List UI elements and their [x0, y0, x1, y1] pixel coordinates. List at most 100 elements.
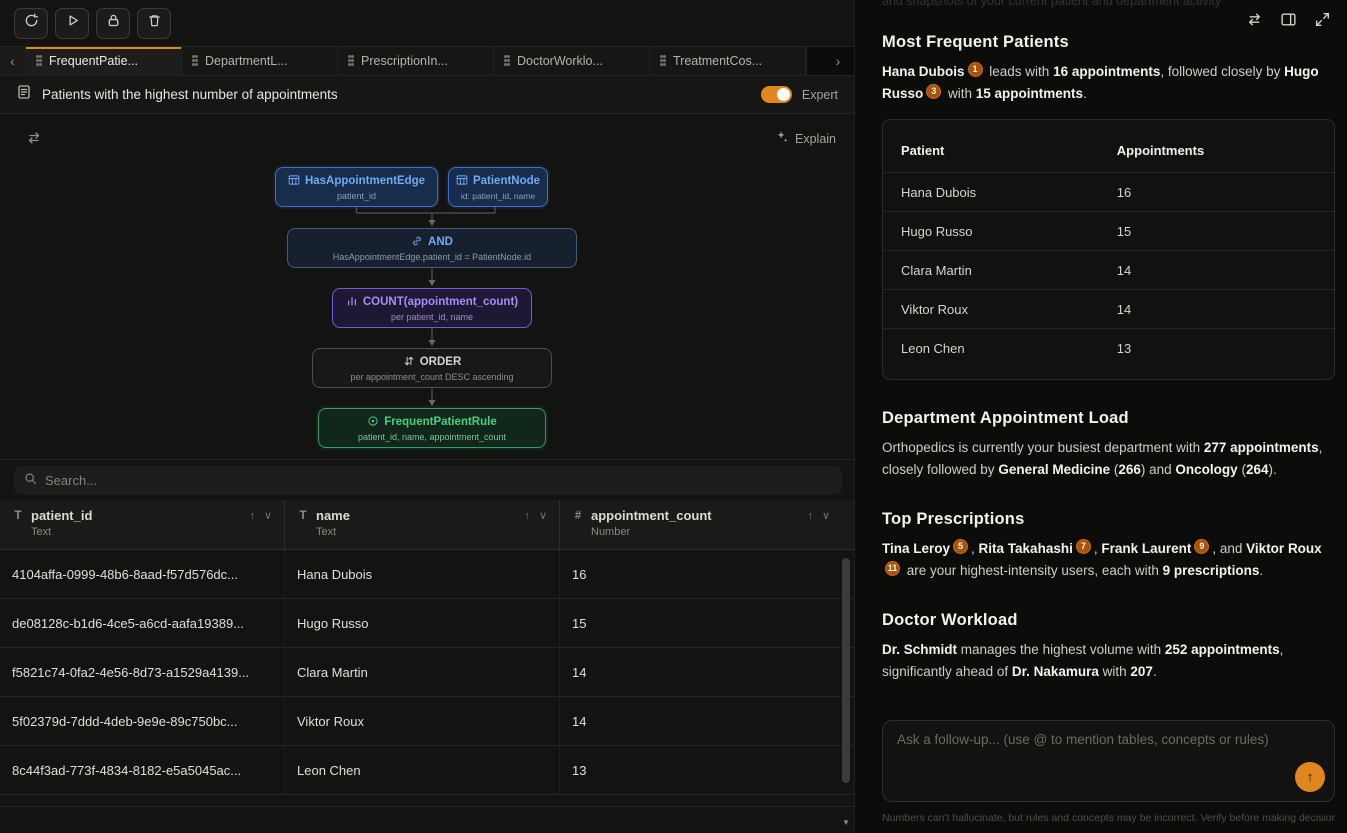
cell-name[interactable]: Leon Chen: [285, 746, 560, 794]
delete-button[interactable]: [137, 8, 171, 39]
cell-patient-id[interactable]: 8c44f3ad-773f-4834-8182-e5a5045ac...: [0, 746, 285, 794]
text-segment: 16 appointments: [1053, 64, 1160, 79]
query-description: Patients with the highest number of appo…: [42, 87, 751, 102]
column-name: patient_id: [31, 508, 92, 523]
column-menu-icon[interactable]: ∨: [539, 509, 547, 522]
expand-icon[interactable]: [1314, 11, 1331, 33]
drag-handle-icon: [348, 55, 354, 67]
drag-handle-icon: [36, 55, 42, 67]
drag-handle-icon: [504, 55, 510, 67]
sort-asc-icon[interactable]: ↑: [524, 510, 530, 522]
node-title: ORDER: [420, 356, 462, 368]
citation-badge[interactable]: 1: [968, 62, 983, 77]
text-segment: 207: [1130, 664, 1153, 679]
panel-right-icon[interactable]: [1280, 11, 1297, 33]
node-title: AND: [428, 236, 453, 248]
citation-badge[interactable]: 9: [1194, 539, 1209, 554]
scroll-down-icon[interactable]: ▼: [841, 818, 851, 827]
tab-label: DepartmentL...: [205, 54, 288, 68]
sort-asc-icon[interactable]: ↑: [807, 510, 813, 522]
send-button[interactable]: ↑: [1295, 762, 1325, 792]
tab-label: DoctorWorklo...: [517, 54, 603, 68]
column-type: Number: [572, 526, 830, 538]
tab-department-load[interactable]: DepartmentL...: [182, 47, 338, 75]
drag-handle-icon: [660, 55, 666, 67]
column-menu-icon[interactable]: ∨: [822, 509, 830, 522]
node-subtitle: HasAppointmentEdge.patient_id = PatientN…: [333, 252, 531, 262]
text-segment: Tina Leroy: [882, 541, 950, 556]
insight-table-row: Clara Martin 14: [883, 250, 1334, 289]
flow-node-order[interactable]: ORDER per appointment_count DESC ascendi…: [312, 348, 552, 388]
column-header-patient-id[interactable]: T patient_id ↑ ∨ Text: [0, 500, 285, 549]
citation-badge[interactable]: 3: [926, 84, 941, 99]
insight-table-row: Hana Dubois 16: [883, 172, 1334, 211]
text-segment: .: [1153, 664, 1157, 679]
text-segment: General Medicine: [998, 462, 1110, 477]
text-segment: , and: [1212, 541, 1246, 556]
section-paragraph: Hana Dubois1 leads with 16 appointments,…: [882, 61, 1335, 105]
cell-appointment-count[interactable]: 14: [560, 648, 854, 696]
refresh-button[interactable]: [14, 8, 48, 39]
document-icon: [16, 84, 32, 105]
tab-prescription-intensity[interactable]: PrescriptionIn...: [338, 47, 494, 75]
flow-node-count-aggregate[interactable]: COUNT(appointment_count) per patient_id,…: [332, 288, 532, 328]
column-type: Text: [297, 526, 547, 538]
column-header-appointment-count[interactable]: # appointment_count ↑ ∨ Number: [560, 500, 854, 549]
tab-doctor-workload[interactable]: DoctorWorklo...: [494, 47, 650, 75]
scrollbar-thumb[interactable]: [842, 558, 850, 783]
insight-cell-patient: Leon Chen: [901, 341, 1117, 356]
flow-node-and-join[interactable]: AND HasAppointmentEdge.patient_id = Pati…: [287, 228, 577, 268]
insight-cell-appointments: 14: [1117, 302, 1316, 317]
swap-horizontal-icon[interactable]: [1246, 11, 1263, 33]
text-segment: 277 appointments: [1204, 440, 1319, 455]
cell-appointment-count[interactable]: 15: [560, 599, 854, 647]
insight-table-col-appointments: Appointments: [1117, 143, 1316, 158]
search-input[interactable]: [45, 473, 832, 488]
text-segment: Oncology: [1175, 462, 1237, 477]
expert-label: Expert: [802, 88, 838, 102]
insight-cell-patient: Clara Martin: [901, 263, 1117, 278]
section-heading-doctor-workload: Doctor Workload: [882, 611, 1335, 630]
followup-input[interactable]: [897, 732, 1288, 790]
cell-appointment-count[interactable]: 13: [560, 746, 854, 794]
text-segment: ,: [971, 541, 979, 556]
flow-node-patient-node[interactable]: PatientNode id: patient_id, name: [448, 167, 548, 207]
cell-name[interactable]: Viktor Roux: [285, 697, 560, 745]
cell-appointment-count[interactable]: 16: [560, 550, 854, 598]
insight-table-row: Hugo Russo 15: [883, 211, 1334, 250]
run-button[interactable]: [55, 8, 89, 39]
cell-appointment-count[interactable]: 14: [560, 697, 854, 745]
tab-frequent-patients[interactable]: FrequentPatie...: [26, 47, 182, 75]
insight-cell-appointments: 13: [1117, 341, 1316, 356]
cell-name[interactable]: Hugo Russo: [285, 599, 560, 647]
chevron-left-icon: ‹: [10, 53, 15, 69]
citation-badge[interactable]: 7: [1076, 539, 1091, 554]
flow-node-frequent-patient-rule[interactable]: FrequentPatientRule patient_id, name, ap…: [318, 408, 546, 448]
cell-patient-id[interactable]: f5821c74-0fa2-4e56-8d73-a1529a4139...: [0, 648, 285, 696]
cell-name[interactable]: Hana Dubois: [285, 550, 560, 598]
tabs-scroll-right-button[interactable]: ›: [806, 47, 854, 75]
refresh-icon: [24, 13, 39, 33]
lock-button[interactable]: [96, 8, 130, 39]
cell-patient-id[interactable]: 5f02379d-7ddd-4deb-9e9e-89c750bc...: [0, 697, 285, 745]
flow-node-has-appointment-edge[interactable]: HasAppointmentEdge patient_id: [275, 167, 438, 207]
tab-treatment-cost[interactable]: TreatmentCos...: [650, 47, 806, 75]
cell-name[interactable]: Clara Martin: [285, 648, 560, 696]
grid-scrollbar[interactable]: ▼: [841, 556, 851, 831]
column-header-name[interactable]: T name ↑ ∨ Text: [285, 500, 560, 549]
tabs-scroll-left-button[interactable]: ‹: [0, 47, 26, 75]
column-name: appointment_count: [591, 508, 712, 523]
cell-patient-id[interactable]: 4104affa-0999-48b6-8aad-f57d576dc...: [0, 550, 285, 598]
text-type-icon: T: [297, 510, 309, 522]
column-menu-icon[interactable]: ∨: [264, 509, 272, 522]
citation-badge[interactable]: 5: [953, 539, 968, 554]
expert-toggle[interactable]: [761, 86, 792, 103]
node-title: COUNT(appointment_count): [363, 296, 518, 308]
text-segment: ) and: [1141, 462, 1176, 477]
drag-handle-icon: [192, 55, 198, 67]
text-segment: leads with: [986, 64, 1054, 79]
sort-asc-icon[interactable]: ↑: [249, 510, 255, 522]
citation-badge[interactable]: 11: [885, 561, 900, 576]
cell-patient-id[interactable]: de08128c-b1d6-4ce5-a6cd-aafa19389...: [0, 599, 285, 647]
toolbar: [0, 0, 854, 46]
